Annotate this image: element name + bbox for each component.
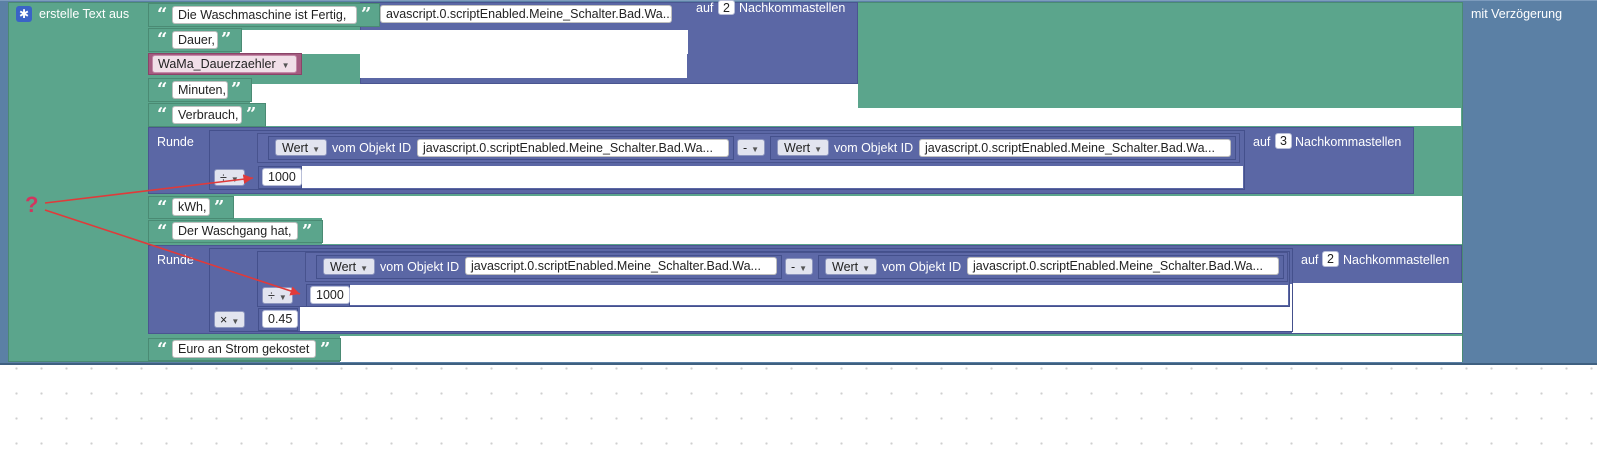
object-id-label-right-r9: vom Objekt ID bbox=[882, 260, 962, 274]
text-field-r8[interactable]: Der Waschgang hat, bbox=[172, 222, 298, 240]
object-id-field-right-r9[interactable]: javascript.0.scriptEnabled.Meine_Schalte… bbox=[967, 257, 1279, 275]
object-id-field-right-r6[interactable]: javascript.0.scriptEnabled.Meine_Schalte… bbox=[919, 139, 1231, 157]
op-label: × bbox=[220, 313, 228, 327]
divide-dropdown-r9[interactable]: ÷ ▼ bbox=[262, 287, 293, 304]
gear-icon[interactable]: ✱ bbox=[16, 6, 32, 22]
object-id-label-left-r6: vom Objekt ID bbox=[332, 141, 412, 155]
round-suffix-r9: Nachkommastellen bbox=[1343, 253, 1450, 267]
close-quote-icon: ” bbox=[221, 29, 232, 50]
open-quote-icon: “ bbox=[157, 339, 168, 360]
behind-round-suffix: Nachkommastellen bbox=[739, 1, 846, 15]
text-field-r4[interactable]: Minuten, bbox=[172, 81, 228, 99]
question-mark-annotation: ? bbox=[25, 192, 39, 217]
slot-row2 bbox=[240, 30, 688, 54]
property-dropdown-right-r6[interactable]: Wert ▼ bbox=[777, 139, 830, 156]
behind-object-id-field[interactable]: avascript.0.scriptEnabled.Meine_Schalter… bbox=[380, 5, 672, 23]
text-field-r2[interactable]: Dauer, bbox=[172, 31, 218, 49]
chevron-down-icon: ▼ bbox=[231, 317, 240, 326]
operator-dropdown-r6[interactable]: - ▼ bbox=[737, 139, 766, 156]
text-field-r5[interactable]: Verbrauch, bbox=[172, 106, 242, 124]
property-dropdown-right-r9[interactable]: Wert ▼ bbox=[825, 258, 878, 275]
behind-round-prefix: auf bbox=[696, 1, 714, 15]
chevron-down-icon: ▼ bbox=[312, 145, 321, 154]
round-slot-r9 bbox=[1292, 283, 1462, 333]
op-label: ÷ bbox=[220, 171, 227, 185]
chevron-down-icon: ▼ bbox=[751, 145, 760, 154]
op-label: - bbox=[743, 141, 748, 155]
number-field-factor-r9[interactable]: 0.45 bbox=[262, 310, 299, 328]
object-id-field-left-r6[interactable]: javascript.0.scriptEnabled.Meine_Schalte… bbox=[417, 139, 729, 157]
close-quote-icon: ” bbox=[231, 79, 242, 100]
round-prefix-r9: auf bbox=[1301, 253, 1319, 267]
prop-label: Wert bbox=[330, 260, 357, 274]
chevron-down-icon: ▼ bbox=[281, 61, 290, 70]
slot-row10 bbox=[340, 336, 1462, 362]
op-label: ÷ bbox=[268, 289, 275, 303]
prop-label: Wert bbox=[784, 141, 811, 155]
divide-slot-r9 bbox=[350, 285, 1288, 305]
prop-label: Wert bbox=[832, 260, 859, 274]
variable-name: WaMa_Dauerzaehler bbox=[158, 57, 276, 71]
prop-label: Wert bbox=[282, 141, 309, 155]
multiply-dropdown-r9[interactable]: × ▼ bbox=[214, 311, 246, 328]
chevron-down-icon: ▼ bbox=[814, 145, 823, 154]
round-digits-r9[interactable]: 2 bbox=[1322, 251, 1339, 267]
round-label-r9: Runde bbox=[157, 253, 194, 267]
variable-dropdown[interactable]: WaMa_Dauerzaehler ▼ bbox=[152, 55, 297, 73]
slot-row5 bbox=[265, 108, 1461, 126]
number-field-divisor-r9[interactable]: 1000 bbox=[310, 286, 350, 304]
math-slot-r6 bbox=[300, 166, 1243, 188]
open-quote-icon: “ bbox=[157, 29, 168, 50]
slot-row7 bbox=[232, 196, 1462, 218]
chevron-down-icon: ▼ bbox=[230, 175, 239, 184]
number-field-r6[interactable]: 1000 bbox=[262, 168, 302, 186]
open-quote-icon: “ bbox=[157, 104, 168, 125]
chevron-down-icon: ▼ bbox=[278, 293, 287, 302]
object-id-label-right-r6: vom Objekt ID bbox=[834, 141, 914, 155]
chevron-down-icon: ▼ bbox=[799, 264, 808, 273]
round-prefix-r6: auf bbox=[1253, 135, 1271, 149]
close-quote-icon: ” bbox=[361, 4, 372, 25]
chevron-down-icon: ▼ bbox=[862, 264, 871, 273]
close-quote-icon: ” bbox=[214, 197, 225, 218]
delay-label: mit Verzögerung bbox=[1471, 7, 1563, 21]
close-quote-icon: ” bbox=[302, 221, 313, 242]
open-quote-icon: “ bbox=[157, 4, 168, 25]
chevron-down-icon: ▼ bbox=[360, 264, 369, 273]
slot-row8 bbox=[322, 218, 1462, 244]
round-digits-r6[interactable]: 3 bbox=[1275, 133, 1292, 149]
round-suffix-r6: Nachkommastellen bbox=[1295, 135, 1402, 149]
object-id-label-left-r9: vom Objekt ID bbox=[380, 260, 460, 274]
open-quote-icon: “ bbox=[157, 79, 168, 100]
operator-dropdown-r9[interactable]: - ▼ bbox=[785, 258, 814, 275]
close-quote-icon: ” bbox=[320, 339, 331, 360]
object-id-field-left-r9[interactable]: javascript.0.scriptEnabled.Meine_Schalte… bbox=[465, 257, 777, 275]
property-dropdown-left-r6[interactable]: Wert ▼ bbox=[275, 139, 328, 156]
text-field-r7[interactable]: kWh, bbox=[172, 198, 210, 216]
slot-row4 bbox=[250, 84, 858, 108]
round-label-r6: Runde bbox=[157, 135, 194, 149]
text-field-r1[interactable]: Die Waschmaschine ist Fertig, bbox=[172, 6, 357, 24]
open-quote-icon: “ bbox=[157, 197, 168, 218]
text-field-r10[interactable]: Euro an Strom gekostet bbox=[172, 340, 316, 358]
property-dropdown-left-r9[interactable]: Wert ▼ bbox=[323, 258, 376, 275]
divide-dropdown-r6[interactable]: ÷ ▼ bbox=[214, 169, 245, 186]
create-text-label: erstelle Text aus bbox=[39, 7, 130, 21]
behind-round-digits[interactable]: 2 bbox=[718, 0, 735, 15]
close-quote-icon: ” bbox=[246, 104, 257, 125]
op-label: - bbox=[791, 260, 796, 274]
open-quote-icon: “ bbox=[157, 221, 168, 242]
